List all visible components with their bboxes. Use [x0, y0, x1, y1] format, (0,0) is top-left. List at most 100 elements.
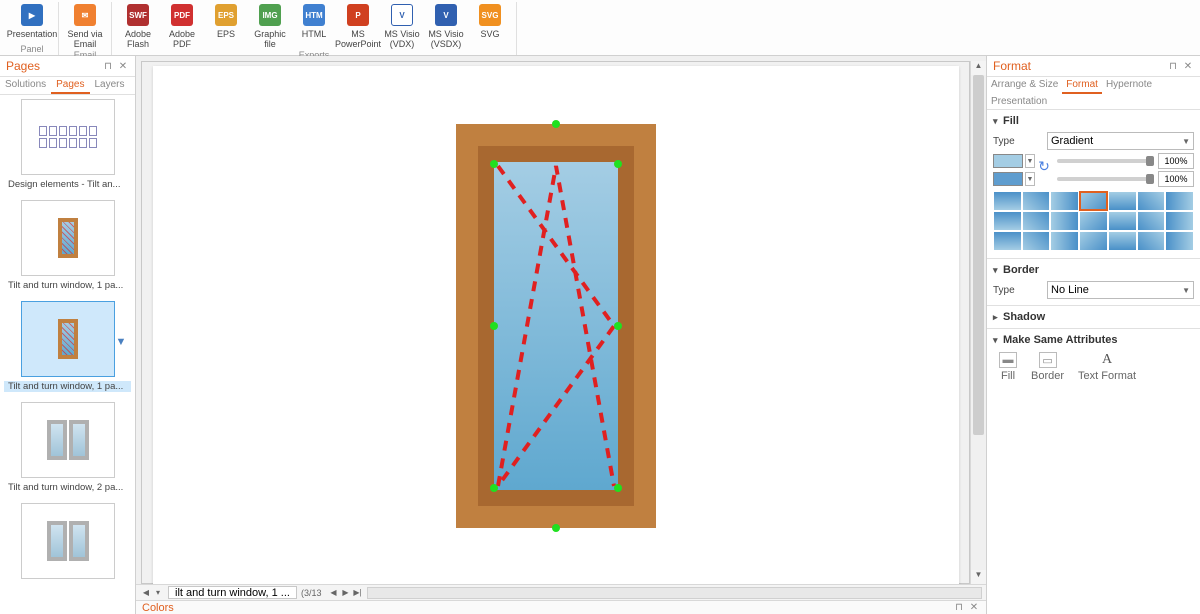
page-thumbnail[interactable]: ▼Tilt and turn window, 1 pa...: [4, 301, 131, 392]
same-fill-button[interactable]: ▬Fill: [999, 352, 1017, 382]
selection-handle[interactable]: [552, 524, 560, 532]
gradient-preset[interactable]: [1137, 191, 1166, 211]
page-thumbnail[interactable]: Design elements - Tilt an...: [4, 99, 131, 190]
scroll-down-button[interactable]: ▼: [971, 570, 986, 584]
flash-button[interactable]: SWFAdobe Flash: [116, 2, 160, 50]
format-tab-hypernote[interactable]: Hypernote: [1102, 77, 1156, 94]
gradient-preset[interactable]: [1022, 191, 1051, 211]
pages-tab-layers[interactable]: Layers: [90, 77, 130, 94]
page-thumbnail[interactable]: Tilt and turn window, 2 pa...: [4, 402, 131, 493]
eps-button[interactable]: EPSEPS: [204, 2, 248, 50]
selection-handle[interactable]: [490, 322, 498, 330]
canvas-page[interactable]: [153, 66, 959, 584]
same-attrs-header[interactable]: ▾Make Same Attributes: [993, 332, 1194, 348]
scroll-up-button[interactable]: ▲: [971, 61, 986, 75]
border-section-header[interactable]: ▾Border: [993, 262, 1194, 278]
fill-type-select[interactable]: Gradient▼: [1047, 132, 1194, 150]
same-border-button[interactable]: ▭Border: [1031, 352, 1064, 382]
page-thumbnail[interactable]: [4, 503, 131, 583]
slider-thumb[interactable]: [1146, 156, 1154, 166]
shadow-section-header[interactable]: ▸Shadow: [993, 309, 1194, 325]
pin-icon[interactable]: ⊓: [102, 60, 114, 72]
format-tab-arrange-size[interactable]: Arrange & Size: [987, 77, 1062, 94]
gradient-preset[interactable]: [1165, 191, 1194, 211]
selection-handle[interactable]: [552, 120, 560, 128]
color-dropdown-button[interactable]: ▼: [1025, 154, 1035, 168]
gradient-preset[interactable]: [1137, 211, 1166, 231]
selection-handle[interactable]: [490, 484, 498, 492]
vsdx-button[interactable]: VMS Visio (VSDX): [424, 2, 468, 50]
opacity-slider-1[interactable]: [1057, 159, 1154, 163]
format-tab-format[interactable]: Format: [1062, 77, 1102, 94]
vertical-scrollbar[interactable]: ▲ ▼: [970, 61, 986, 584]
selection-handle[interactable]: [614, 484, 622, 492]
border-type-select[interactable]: No Line▼: [1047, 281, 1194, 299]
gradient-preset[interactable]: [1079, 191, 1108, 211]
vdx-button[interactable]: VMS Visio (VDX): [380, 2, 424, 50]
document-tab[interactable]: ilt and turn window, 1 ...: [168, 586, 297, 599]
slider-thumb[interactable]: [1146, 174, 1154, 184]
gradient-preset[interactable]: [993, 211, 1022, 231]
tab-next-button[interactable]: ▶: [339, 587, 351, 599]
selection-handle[interactable]: [490, 160, 498, 168]
gradient-preset[interactable]: [993, 231, 1022, 251]
page-thumbnail[interactable]: Tilt and turn window, 1 pa...: [4, 200, 131, 291]
horizontal-scrollbar[interactable]: [367, 587, 982, 599]
tab-scroll-right-button[interactable]: ▶|: [351, 587, 363, 599]
selection-handle[interactable]: [614, 160, 622, 168]
close-icon[interactable]: ✕: [1182, 60, 1194, 72]
pages-tab-solutions[interactable]: Solutions: [0, 77, 51, 94]
gradient-preset[interactable]: [1108, 231, 1137, 251]
fill-section-header[interactable]: ▾Fill: [993, 113, 1194, 129]
colors-panel-header[interactable]: Colors ⊓ ✕: [136, 600, 986, 614]
thumbnail-menu-button[interactable]: ▼: [116, 336, 128, 348]
gradient-preset[interactable]: [1079, 231, 1108, 251]
email-icon: ✉: [73, 3, 97, 27]
pin-icon[interactable]: ⊓: [1167, 60, 1179, 72]
gradient-preset[interactable]: [1050, 231, 1079, 251]
gradient-preset[interactable]: [1022, 211, 1051, 231]
gradient-preset[interactable]: [1050, 211, 1079, 231]
colors-panel-title: Colors: [142, 602, 950, 614]
gradient-preset[interactable]: [1108, 191, 1137, 211]
tab-menu-button[interactable]: ▾: [152, 587, 164, 599]
gradient-preset[interactable]: [1022, 231, 1051, 251]
same-text-button[interactable]: AText Format: [1078, 352, 1136, 382]
svg-button[interactable]: SVGSVG: [468, 2, 512, 50]
window-shape[interactable]: [456, 124, 656, 528]
format-tab-presentation[interactable]: Presentation: [987, 94, 1051, 109]
tab-prev-button[interactable]: ◀: [327, 587, 339, 599]
canvas-viewport[interactable]: [141, 61, 970, 584]
gradient-color-1[interactable]: [993, 154, 1023, 168]
close-icon[interactable]: ✕: [117, 60, 129, 72]
presentation-button[interactable]: ▶Presentation: [10, 2, 54, 40]
opacity-value-2[interactable]: 100%: [1158, 171, 1194, 187]
ribbon-item-label: Adobe Flash: [118, 29, 158, 49]
gradient-preset[interactable]: [1165, 231, 1194, 251]
swap-colors-icon[interactable]: ↻: [1035, 157, 1053, 175]
gradient-preset[interactable]: [1108, 211, 1137, 231]
gradient-preset[interactable]: [1165, 211, 1194, 231]
selection-handle[interactable]: [452, 110, 460, 118]
html-button[interactable]: HTMHTML: [292, 2, 336, 50]
gradient-color-2[interactable]: [993, 172, 1023, 186]
pages-panel: Pages ⊓ ✕ SolutionsPagesLayers Design el…: [0, 56, 136, 614]
gradient-preset[interactable]: [1079, 211, 1108, 231]
gradient-preset[interactable]: [1137, 231, 1166, 251]
pages-tab-pages[interactable]: Pages: [51, 77, 89, 94]
email-button[interactable]: ✉Send via Email: [63, 2, 107, 50]
gradient-preset[interactable]: [1050, 191, 1079, 211]
selection-handle[interactable]: [614, 322, 622, 330]
ppt-button[interactable]: PMS PowerPoint: [336, 2, 380, 50]
pin-icon[interactable]: ⊓: [953, 602, 965, 614]
gradient-preset[interactable]: [993, 191, 1022, 211]
scrollbar-thumb[interactable]: [973, 75, 984, 435]
pdf-button[interactable]: PDFAdobe PDF: [160, 2, 204, 50]
opacity-value-1[interactable]: 100%: [1158, 153, 1194, 169]
close-icon[interactable]: ✕: [968, 602, 980, 614]
opacity-slider-2[interactable]: [1057, 177, 1154, 181]
attr-label: Fill: [1001, 370, 1015, 382]
graphic-button[interactable]: IMGGraphic file: [248, 2, 292, 50]
color-dropdown-button[interactable]: ▼: [1025, 172, 1035, 186]
tab-scroll-left-button[interactable]: ◀: [140, 587, 152, 599]
